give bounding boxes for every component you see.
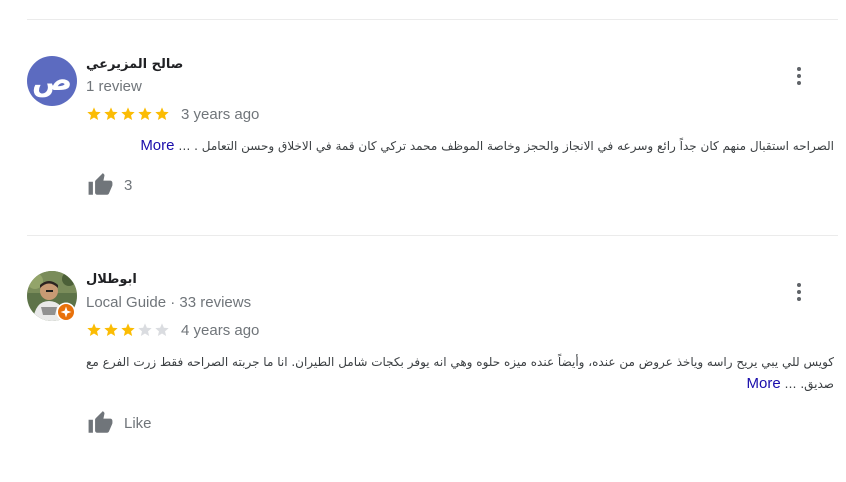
like-button[interactable]: Like [86, 410, 152, 436]
more-options-button[interactable] [789, 280, 809, 304]
more-vert-icon [797, 283, 801, 287]
avatar-letter: ص [27, 56, 77, 106]
review-date: 4 years ago [181, 322, 260, 339]
star-filled-icon [104, 107, 118, 120]
reviewer-name[interactable]: صالح المزيرعي [86, 57, 183, 72]
review-date: 3 years ago [181, 106, 260, 123]
more-vert-icon [797, 67, 801, 71]
star-filled-icon [138, 107, 152, 120]
star-filled-icon [155, 107, 169, 120]
reviewer-meta[interactable]: Local Guide · 33 reviews [86, 294, 251, 311]
local-guide-badge-icon [56, 302, 76, 322]
review-text: الصراحه استقبال منهم كان جداً رائع وسرعه… [86, 135, 834, 157]
review-text: كويس للي يبي يريح راسه وياخذ عروض من عند… [86, 351, 834, 395]
review-text-content: الصراحه استقبال منهم كان جداً رائع وسرعه… [178, 139, 834, 153]
like-count: 3 [124, 176, 133, 194]
star-filled-icon [87, 323, 101, 336]
avatar[interactable]: ص [27, 56, 77, 106]
star-filled-icon [87, 107, 101, 120]
review-divider [27, 235, 838, 236]
star-filled-icon [104, 323, 118, 336]
reviewer-name[interactable]: ابوطلال [86, 272, 137, 287]
more-link[interactable]: More [747, 375, 781, 392]
star-filled-icon [121, 323, 135, 336]
thumbs-up-icon [88, 173, 113, 195]
like-label: Like [124, 414, 152, 432]
reviewer-meta[interactable]: 1 review [86, 78, 142, 95]
like-button[interactable]: 3 [86, 172, 132, 198]
star-rating [86, 106, 170, 122]
more-options-button[interactable] [789, 64, 809, 88]
review-text-content: كويس للي يبي يريح راسه وياخذ عروض من عند… [86, 355, 834, 391]
star-rating [86, 322, 170, 338]
more-link[interactable]: More [140, 137, 174, 154]
avatar[interactable] [27, 271, 77, 322]
top-divider [27, 19, 838, 20]
star-empty-icon [138, 323, 152, 336]
thumbs-up-icon [88, 411, 113, 433]
star-filled-icon [121, 107, 135, 120]
star-empty-icon [155, 323, 169, 336]
